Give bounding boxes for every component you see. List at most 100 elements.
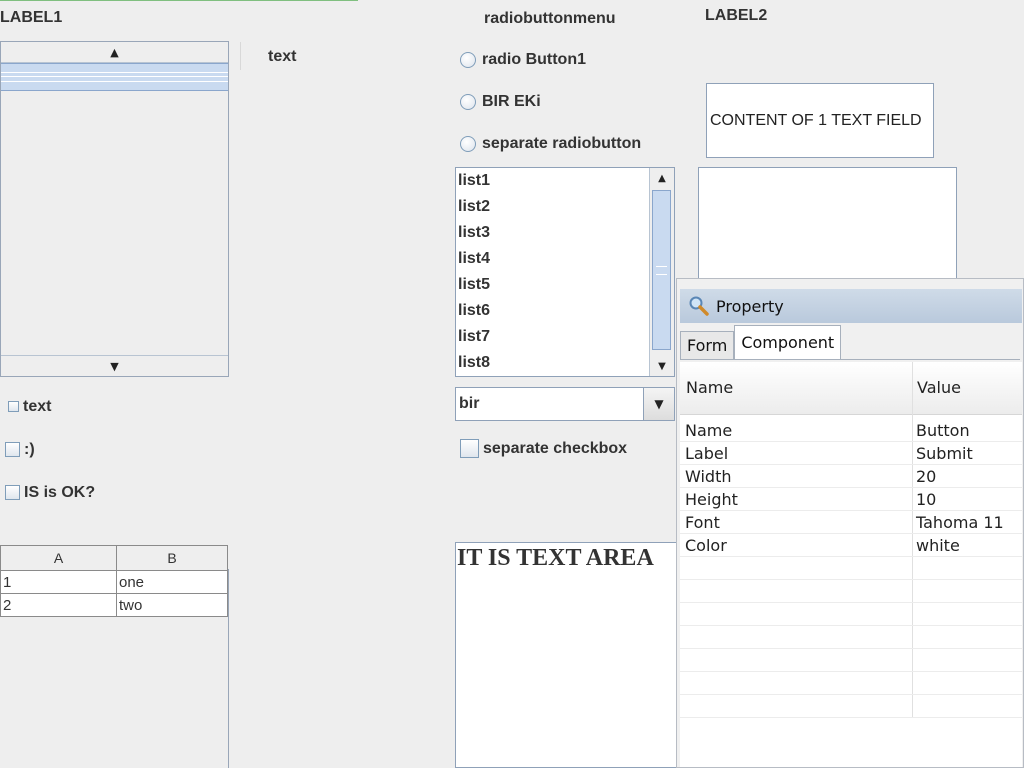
property-title: Property bbox=[716, 296, 784, 316]
property-panel: Property Form Component Name Value Name … bbox=[676, 278, 1024, 768]
property-value[interactable]: 20 bbox=[916, 467, 936, 486]
empty-row bbox=[680, 557, 1022, 580]
radiobuttonmenu-label: radiobuttonmenu bbox=[484, 10, 616, 27]
property-title-bar[interactable]: Property bbox=[680, 289, 1022, 323]
checkbox-label: :) bbox=[24, 441, 35, 458]
separator bbox=[240, 42, 241, 70]
list-item[interactable]: list1 bbox=[456, 168, 674, 194]
property-grid-header: Name Value bbox=[680, 362, 1022, 415]
tab-form[interactable]: Form bbox=[680, 331, 735, 359]
checkbox-label: IS is OK? bbox=[24, 484, 96, 501]
arrow-down-icon: ▼ bbox=[110, 359, 119, 373]
label2: LABEL2 bbox=[705, 7, 768, 24]
chevron-down-icon: ▼ bbox=[654, 397, 664, 411]
radio-separate[interactable]: separate radiobutton bbox=[460, 133, 641, 153]
table-cell[interactable]: two bbox=[116, 593, 228, 617]
property-name: Height bbox=[685, 490, 738, 509]
radio-icon bbox=[460, 93, 476, 110]
checkbox-smiley[interactable]: :) bbox=[5, 439, 35, 459]
property-grid[interactable]: Name Value Name Button Label Submit Widt… bbox=[680, 362, 1022, 767]
checkbox-is-ok[interactable]: IS is OK? bbox=[5, 482, 95, 502]
property-value[interactable]: Tahoma 11 bbox=[916, 513, 1004, 532]
property-value[interactable]: Button bbox=[916, 421, 970, 440]
checkbox-icon bbox=[8, 401, 19, 412]
property-row[interactable]: Color white bbox=[680, 534, 1022, 557]
property-row[interactable]: Name Button bbox=[680, 419, 1022, 442]
text-area[interactable]: IT IS TEXT AREA bbox=[455, 542, 677, 768]
separate-checkbox[interactable]: separate checkbox bbox=[460, 438, 627, 458]
property-name: Name bbox=[685, 421, 733, 440]
column-header-b[interactable]: B bbox=[116, 545, 228, 571]
scroll-down-button[interactable]: ▼ bbox=[1, 355, 228, 376]
empty-panel bbox=[698, 167, 957, 287]
scroll-up-button[interactable]: ▲ bbox=[1, 42, 228, 63]
empty-row bbox=[680, 580, 1022, 603]
table-viewport-border bbox=[228, 569, 229, 768]
list-item[interactable]: list7 bbox=[456, 324, 674, 350]
list-item[interactable]: list5 bbox=[456, 272, 674, 298]
arrow-up-icon: ▲ bbox=[110, 45, 119, 59]
column-header-a[interactable]: A bbox=[0, 545, 117, 571]
list-item[interactable]: list6 bbox=[456, 298, 674, 324]
table-row[interactable]: 1 one bbox=[0, 570, 228, 594]
text-area-content: IT IS TEXT AREA bbox=[457, 545, 654, 571]
left-scroll-list[interactable]: ▲ ▼ bbox=[0, 41, 229, 377]
property-row[interactable]: Height 10 bbox=[680, 488, 1022, 511]
item-list[interactable]: list1 list2 list3 list4 list5 list6 list… bbox=[455, 167, 675, 377]
arrow-up-icon: ▲ bbox=[658, 172, 666, 184]
list-item[interactable]: list2 bbox=[456, 194, 674, 220]
empty-row bbox=[680, 672, 1022, 695]
property-row[interactable]: Label Submit bbox=[680, 442, 1022, 465]
tab-component[interactable]: Component bbox=[734, 325, 842, 359]
label1: LABEL1 bbox=[0, 9, 63, 26]
text-field[interactable]: CONTENT OF 1 TEXT FIELD bbox=[706, 83, 934, 158]
column-header-name[interactable]: Name bbox=[686, 378, 733, 397]
empty-row bbox=[680, 649, 1022, 672]
property-value[interactable]: Submit bbox=[916, 444, 973, 463]
list-scroll-up-button[interactable]: ▲ bbox=[650, 168, 674, 188]
property-name: Font bbox=[685, 513, 720, 532]
empty-row bbox=[680, 626, 1022, 649]
radio-button1[interactable]: radio Button1 bbox=[460, 49, 586, 69]
combo-box[interactable]: bir ▼ bbox=[455, 387, 675, 421]
property-row[interactable]: Width 20 bbox=[680, 465, 1022, 488]
radio-icon bbox=[460, 51, 476, 68]
scroll-thumb[interactable] bbox=[1, 63, 228, 91]
property-value[interactable]: white bbox=[916, 536, 960, 555]
radio-icon bbox=[460, 135, 476, 152]
checkbox-label: text bbox=[23, 398, 52, 415]
table-row[interactable]: 2 two bbox=[0, 593, 228, 617]
list-scroll-thumb[interactable] bbox=[652, 190, 671, 350]
empty-row bbox=[680, 603, 1022, 626]
column-header-value[interactable]: Value bbox=[917, 378, 961, 397]
empty-row bbox=[680, 695, 1022, 718]
list-item[interactable]: list8 bbox=[456, 350, 674, 376]
radio-label: BIR EKi bbox=[482, 93, 541, 110]
top-accent-line bbox=[0, 0, 358, 1]
table-cell[interactable]: 2 bbox=[0, 593, 117, 617]
table-cell[interactable]: one bbox=[116, 570, 228, 594]
data-table[interactable]: A B 1 one 2 two bbox=[0, 545, 228, 617]
radio-bir-eki[interactable]: BIR EKi bbox=[460, 91, 541, 111]
combo-value: bir bbox=[459, 395, 480, 412]
checkbox-icon bbox=[460, 439, 479, 458]
property-row[interactable]: Font Tahoma 11 bbox=[680, 511, 1022, 534]
list-item[interactable]: list3 bbox=[456, 220, 674, 246]
arrow-down-icon: ▼ bbox=[658, 360, 666, 372]
property-name: Width bbox=[685, 467, 732, 486]
radio-label: radio Button1 bbox=[482, 51, 586, 68]
checkbox-label: separate checkbox bbox=[483, 440, 628, 457]
table-cell[interactable]: 1 bbox=[0, 570, 117, 594]
property-value[interactable]: 10 bbox=[916, 490, 936, 509]
property-name: Label bbox=[685, 444, 729, 463]
checkbox-text[interactable]: text bbox=[8, 396, 51, 416]
text-label: text bbox=[268, 48, 297, 65]
list-scrollbar[interactable]: ▲ ▼ bbox=[649, 168, 674, 376]
magnifier-icon bbox=[688, 295, 710, 317]
combo-dropdown-button[interactable]: ▼ bbox=[643, 388, 674, 420]
property-tabs: Form Component bbox=[680, 325, 842, 359]
text-field-content: CONTENT OF 1 TEXT FIELD bbox=[710, 111, 922, 129]
list-scroll-down-button[interactable]: ▼ bbox=[650, 356, 674, 376]
radio-label: separate radiobutton bbox=[482, 135, 642, 152]
list-item[interactable]: list4 bbox=[456, 246, 674, 272]
